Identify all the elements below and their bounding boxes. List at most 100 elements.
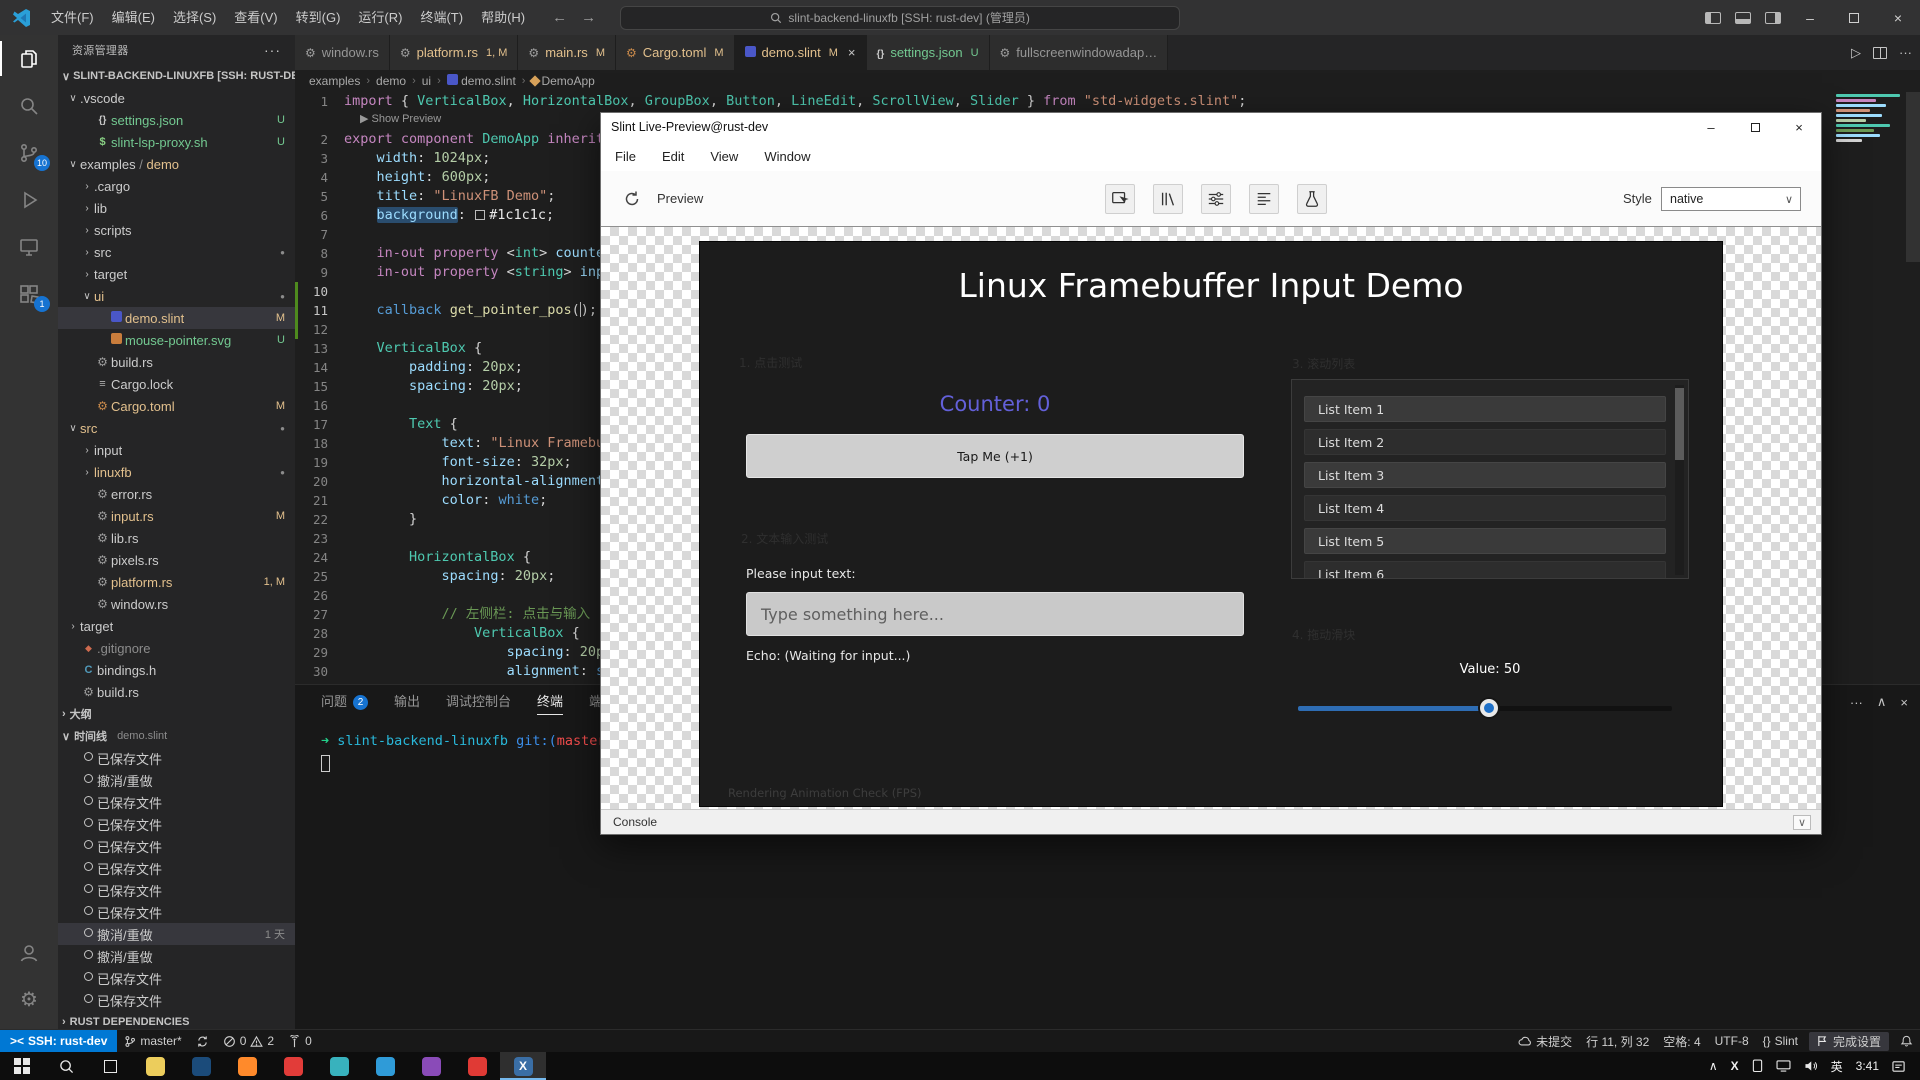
- activity-search[interactable]: [0, 82, 58, 129]
- indentation[interactable]: 空格: 4: [1656, 1030, 1707, 1052]
- tree-item-ui[interactable]: ∨ui●: [58, 285, 295, 307]
- preview-menu-window[interactable]: Window: [764, 149, 810, 164]
- tree-item-.cargo[interactable]: ›.cargo: [58, 175, 295, 197]
- list-item[interactable]: List Item 4: [1304, 495, 1666, 521]
- activity-extensions[interactable]: 1: [0, 270, 58, 317]
- tree-item-Cargo.lock[interactable]: ≡Cargo.lock: [58, 373, 295, 395]
- timeline-item[interactable]: 撤消/重做: [58, 945, 295, 967]
- command-center-search[interactable]: slint-backend-linuxfb [SSH: rust-dev] (管…: [620, 6, 1180, 30]
- breadcrumb[interactable]: examples›demo›ui› demo.slint›DemoApp: [295, 70, 1920, 92]
- problems-indicator[interactable]: 0 2: [216, 1030, 281, 1052]
- scroll-list[interactable]: List Item 1 List Item 2 List Item 3 List It…: [1291, 379, 1689, 579]
- tree-item-Cargo.toml[interactable]: ⚙Cargo.tomlM: [58, 395, 295, 417]
- list-item[interactable]: List Item 5: [1304, 528, 1666, 554]
- sync-button[interactable]: [189, 1030, 216, 1052]
- toggle-secondary-sidebar-icon[interactable]: [1765, 12, 1781, 24]
- taskbar-app-microsoft-store[interactable]: [178, 1052, 224, 1080]
- taskbar-app-netease-music[interactable]: [454, 1052, 500, 1080]
- taskbar-app-vscode[interactable]: [362, 1052, 408, 1080]
- tab-demo.slint[interactable]: demo.slintM×: [735, 35, 867, 70]
- timeline-item[interactable]: 已保存文件: [58, 967, 295, 989]
- project-root[interactable]: ∨ SLINT-BACKEND-LINUXFB [SSH: RUST-DEV]: [58, 65, 295, 87]
- notification-center-icon[interactable]: [1892, 1060, 1906, 1073]
- split-editor-icon[interactable]: [1873, 47, 1887, 59]
- cursor-position[interactable]: 行 11, 列 32: [1579, 1030, 1656, 1052]
- forward-icon[interactable]: →: [581, 9, 596, 26]
- tab-main.rs[interactable]: ⚙main.rsM: [518, 35, 616, 70]
- preview-console-bar[interactable]: Console ∨: [601, 809, 1821, 834]
- tab-settings.json[interactable]: {}settings.jsonU: [867, 35, 990, 70]
- tree-item-input[interactable]: ›input: [58, 439, 295, 461]
- activity-explorer[interactable]: [0, 35, 58, 82]
- timeline-item[interactable]: 已保存文件: [58, 747, 295, 769]
- close-panel-icon[interactable]: ×: [1900, 695, 1908, 710]
- rust-dependencies-section[interactable]: › RUST DEPENDENCIES: [58, 1011, 295, 1029]
- tree-item-target[interactable]: ›target: [58, 615, 295, 637]
- menu-运行(R)[interactable]: 运行(R): [349, 0, 411, 35]
- taskbar-app-pinned-app[interactable]: [408, 1052, 454, 1080]
- taskbar-search-button[interactable]: [44, 1052, 88, 1080]
- panel-tab-输出[interactable]: 输出: [394, 685, 420, 719]
- volume-icon[interactable]: [1804, 1060, 1818, 1072]
- menu-帮助(H)[interactable]: 帮助(H): [472, 0, 534, 35]
- tree-item-bindings.h[interactable]: Cbindings.h: [58, 659, 295, 681]
- list-item[interactable]: List Item 2: [1304, 429, 1666, 455]
- ime-indicator[interactable]: 英: [1831, 1058, 1843, 1075]
- activity-remote-explorer[interactable]: [0, 223, 58, 270]
- menu-编辑(E)[interactable]: 编辑(E): [103, 0, 164, 35]
- menu-选择(S)[interactable]: 选择(S): [164, 0, 225, 35]
- select-mode-button[interactable]: [1105, 184, 1135, 214]
- notifications-bell[interactable]: [1893, 1030, 1920, 1052]
- clock[interactable]: 3:41: [1856, 1059, 1879, 1073]
- properties-button[interactable]: [1201, 184, 1231, 214]
- finish-setup-button[interactable]: 完成设置: [1809, 1032, 1889, 1051]
- slider-thumb[interactable]: [1480, 699, 1498, 717]
- tree-item-settings.json[interactable]: {}settings.jsonU: [58, 109, 295, 131]
- preview-titlebar[interactable]: Slint Live-Preview@rust-dev – ×: [601, 113, 1821, 141]
- experiments-button[interactable]: [1297, 184, 1327, 214]
- preview-menu-edit[interactable]: Edit: [662, 149, 684, 164]
- x-server-icon[interactable]: X: [1731, 1059, 1739, 1073]
- text-input[interactable]: Type something here...: [746, 592, 1244, 636]
- tree-item-scripts[interactable]: ›scripts: [58, 219, 295, 241]
- tree-item-src[interactable]: ∨src●: [58, 417, 295, 439]
- activity-account[interactable]: [0, 929, 58, 976]
- language-mode[interactable]: {} Slint: [1756, 1030, 1805, 1052]
- list-item[interactable]: List Item 3: [1304, 462, 1666, 488]
- tree-item-lib.rs[interactable]: ⚙lib.rs: [58, 527, 295, 549]
- maximize-panel-icon[interactable]: ∧: [1877, 694, 1887, 710]
- panel-tab-终端[interactable]: 终端: [537, 685, 563, 719]
- maximize-button[interactable]: [1733, 113, 1777, 141]
- git-branch[interactable]: master*: [117, 1030, 188, 1052]
- list-item[interactable]: List Item 6: [1304, 561, 1666, 579]
- outline-button[interactable]: [1249, 184, 1279, 214]
- remote-indicator[interactable]: >< SSH: rust-dev: [0, 1030, 117, 1052]
- close-button[interactable]: ×: [1777, 113, 1821, 141]
- list-scrollbar-thumb[interactable]: [1675, 388, 1684, 460]
- close-tab-icon[interactable]: ×: [848, 45, 856, 60]
- minimize-button[interactable]: –: [1788, 0, 1832, 35]
- menu-文件(F)[interactable]: 文件(F): [42, 0, 103, 35]
- tree-item-target[interactable]: ›target: [58, 263, 295, 285]
- tree-item-linuxfb[interactable]: ›linuxfb●: [58, 461, 295, 483]
- tree-item-pixels.rs[interactable]: ⚙pixels.rs: [58, 549, 295, 571]
- activity-run-debug[interactable]: [0, 176, 58, 223]
- tray-expand-icon[interactable]: ∧: [1709, 1059, 1718, 1073]
- list-item[interactable]: List Item 1: [1304, 396, 1666, 422]
- taskbar-app-firefox[interactable]: [224, 1052, 270, 1080]
- tree-item-demo.slint[interactable]: demo.slintM: [58, 307, 295, 329]
- timeline-item[interactable]: 已保存文件: [58, 835, 295, 857]
- outline-section[interactable]: › 大纲: [58, 703, 295, 725]
- toggle-sidebar-icon[interactable]: [1705, 12, 1721, 24]
- breadcrumb-item-examples[interactable]: examples: [309, 74, 360, 88]
- refresh-preview-button[interactable]: [617, 184, 647, 214]
- run-icon[interactable]: ▷: [1851, 45, 1861, 61]
- tab-fullscreenwindowadap-[interactable]: ⚙fullscreenwindowadap…: [990, 35, 1169, 70]
- tap-me-button[interactable]: Tap Me (+1): [746, 434, 1244, 478]
- menu-转到(G)[interactable]: 转到(G): [287, 0, 350, 35]
- menu-查看(V)[interactable]: 查看(V): [225, 0, 286, 35]
- menu-终端(T)[interactable]: 终端(T): [411, 0, 472, 35]
- tree-item-error.rs[interactable]: ⚙error.rs: [58, 483, 295, 505]
- tree-item-.gitignore[interactable]: ◆.gitignore: [58, 637, 295, 659]
- taskbar-app-file-explorer[interactable]: [132, 1052, 178, 1080]
